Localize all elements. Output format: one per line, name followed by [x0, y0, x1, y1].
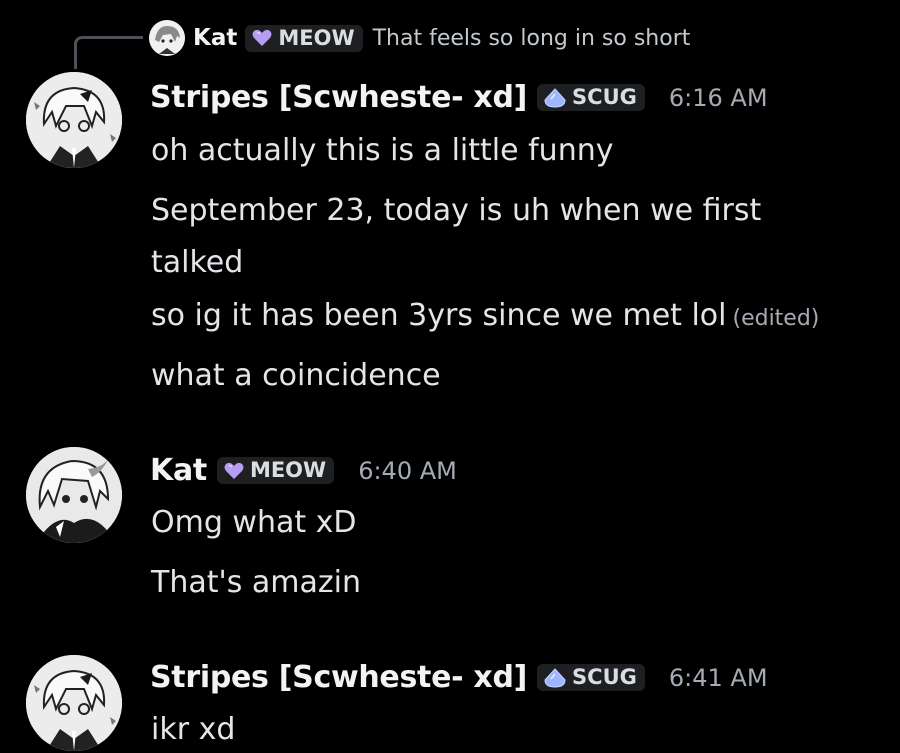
server-tag-label: MEOW	[249, 458, 327, 482]
avatar[interactable]	[26, 655, 122, 751]
purple-heart-icon	[224, 462, 244, 479]
timestamp: 6:40 AM	[358, 456, 457, 485]
server-tag-label: SCUG	[572, 665, 637, 689]
message-text: Omg what xD	[151, 505, 357, 540]
server-tag: SCUG	[537, 664, 645, 691]
message-header: Stripes [Scwheste- xd] SCUG 6:16 AM	[150, 80, 768, 115]
message-text: so ig it has been 3yrs since we met lol	[151, 298, 727, 333]
message-text: That's amazin	[151, 565, 361, 600]
username[interactable]: Stripes [Scwheste- xd]	[150, 80, 527, 115]
reply-tag-label: MEOW	[278, 25, 355, 50]
avatar[interactable]	[26, 72, 122, 168]
blue-drop-icon	[544, 667, 566, 688]
message-header: Kat MEOW 6:40 AM	[150, 453, 457, 488]
reply-avatar[interactable]	[149, 20, 185, 56]
blue-drop-icon	[544, 87, 566, 108]
edited-label: (edited)	[732, 306, 820, 331]
reply-text[interactable]: That feels so long in so short	[373, 26, 691, 51]
message-text: ikr xd	[151, 712, 236, 747]
reply-tag: MEOW	[245, 24, 363, 52]
server-tag-label: SCUG	[572, 85, 637, 109]
avatar[interactable]	[26, 447, 122, 543]
reply-connector	[74, 36, 143, 69]
server-tag: MEOW	[216, 457, 335, 484]
message-text: what a coincidence	[151, 358, 441, 393]
purple-heart-icon	[252, 29, 272, 46]
username[interactable]: Kat	[150, 453, 207, 488]
reply-preview[interactable]: Kat MEOW That feels so long in so short	[149, 20, 690, 56]
message-text: talked	[151, 245, 244, 280]
timestamp: 6:41 AM	[668, 663, 768, 692]
message-header: Stripes [Scwheste- xd] SCUG 6:41 AM	[150, 660, 768, 695]
message-text-edited: so ig it has been 3yrs since we met lol(…	[151, 298, 819, 337]
reply-author[interactable]: Kat	[193, 25, 237, 51]
message-text: September 23, today is uh when we first	[151, 193, 762, 228]
username[interactable]: Stripes [Scwheste- xd]	[150, 660, 527, 695]
timestamp: 6:16 AM	[668, 83, 768, 112]
message-text: oh actually this is a little funny	[151, 133, 614, 168]
server-tag: SCUG	[537, 84, 645, 111]
